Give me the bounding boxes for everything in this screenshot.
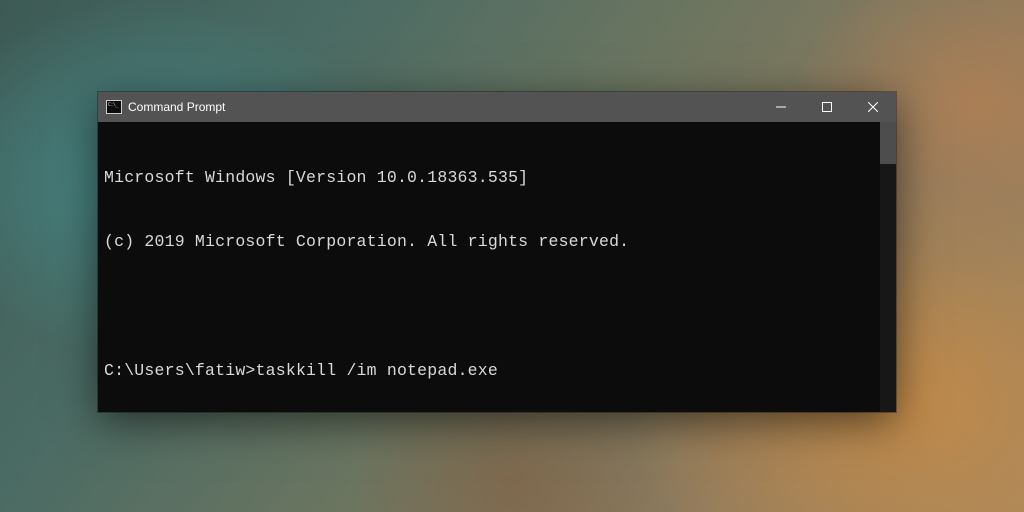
command-prompt-window: Command Prompt Microsoft Windows [Versio… [98,92,896,412]
window-controls [758,92,896,122]
cmd-icon [106,100,122,114]
version-line: Microsoft Windows [Version 10.0.18363.53… [104,167,890,188]
prompt-prefix: C:\Users\fatiw> [104,361,256,380]
close-icon [868,102,878,112]
window-title: Command Prompt [128,100,225,114]
copyright-line: (c) 2019 Microsoft Corporation. All righ… [104,231,890,252]
minimize-button[interactable] [758,92,804,122]
terminal-area[interactable]: Microsoft Windows [Version 10.0.18363.53… [98,122,896,412]
blank-line [104,296,890,317]
entered-command: taskkill /im notepad.exe [256,361,498,380]
scrollbar-track[interactable] [880,122,896,412]
terminal-output: Microsoft Windows [Version 10.0.18363.53… [104,124,890,412]
command-line-1: C:\Users\fatiw>taskkill /im notepad.exe [104,360,890,381]
maximize-icon [822,102,832,112]
scrollbar-thumb[interactable] [880,122,896,164]
maximize-button[interactable] [804,92,850,122]
minimize-icon [776,102,786,112]
titlebar[interactable]: Command Prompt [98,92,896,122]
close-button[interactable] [850,92,896,122]
